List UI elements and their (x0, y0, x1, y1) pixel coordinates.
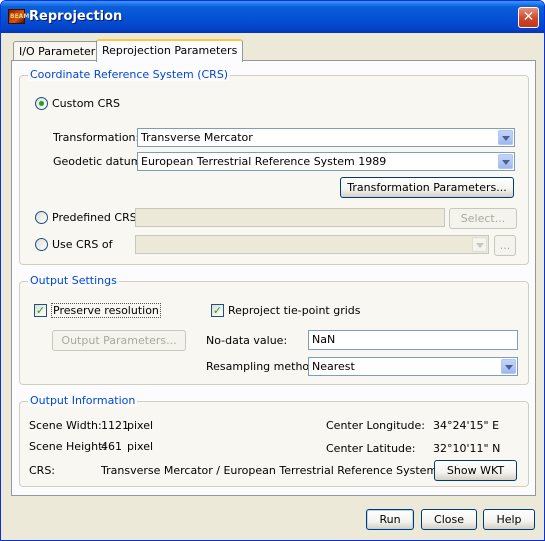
show-wkt-button[interactable]: Show WKT (434, 460, 517, 481)
use-crs-of-radio[interactable] (35, 238, 48, 251)
preserve-resolution-checkbox[interactable]: ✓ (34, 304, 47, 317)
reprojection-parameters-panel: Coordinate Reference System (CRS) Custom… (11, 60, 536, 496)
scene-height-unit: pixel (127, 440, 154, 453)
title-bar[interactable]: BEAM Reprojection ✕ (1, 1, 544, 33)
help-button[interactable]: Help (483, 509, 535, 530)
crs-info-label: CRS: (29, 464, 56, 477)
custom-crs-label: Custom CRS (52, 97, 120, 110)
preserve-resolution-label: Preserve resolution (51, 303, 161, 318)
reprojection-dialog: BEAM Reprojection ✕ I/O Parameters Repro… (0, 0, 545, 541)
transformation-dropdown[interactable]: Transverse Mercator (137, 128, 515, 147)
scene-height-value: 461 (101, 440, 122, 453)
output-parameters-button[interactable]: Output Parameters... (52, 330, 186, 351)
use-crs-of-label: Use CRS of (52, 238, 113, 251)
geodetic-datum-value: European Terrestrial Reference System 19… (141, 155, 387, 168)
output-information-group-label: Output Information (28, 394, 138, 407)
crs-info-value: Transverse Mercator / European Terrestri… (101, 464, 469, 477)
resampling-method-dropdown[interactable]: Nearest (308, 357, 518, 376)
center-longitude-value: 34°24'15" E (433, 419, 500, 432)
predefined-crs-radio[interactable] (35, 211, 48, 224)
transformation-parameters-button[interactable]: Transformation Parameters... (340, 177, 514, 198)
beam-app-icon: BEAM (8, 9, 29, 24)
output-information-group: Output Information Scene Width: 1121 pix… (19, 394, 529, 487)
reproject-tiepoints-checkbox[interactable]: ✓ (211, 304, 224, 317)
geodetic-datum-dropdown[interactable]: European Terrestrial Reference System 19… (137, 152, 515, 171)
resampling-method-value: Nearest (312, 360, 355, 373)
tab-io-parameters[interactable]: I/O Parameters (13, 41, 108, 61)
close-window-button[interactable]: ✕ (518, 7, 539, 28)
predefined-crs-field[interactable] (135, 208, 445, 227)
scene-width-value: 1121 (101, 419, 129, 432)
scene-height-label: Scene Height: (29, 440, 107, 453)
use-crs-of-dropdown[interactable] (135, 235, 489, 254)
crs-group-label: Coordinate Reference System (CRS) (28, 68, 231, 81)
select-crs-button[interactable]: Select... (449, 208, 517, 229)
run-button[interactable]: Run (366, 509, 414, 530)
scene-width-label: Scene Width: (29, 419, 102, 432)
scene-width-unit: pixel (127, 419, 154, 432)
nodata-value-field[interactable]: NaN (308, 330, 518, 350)
reproject-tiepoints-label: Reproject tie-point grids (228, 304, 361, 317)
chevron-down-icon[interactable] (501, 359, 516, 374)
window-title: Reprojection (29, 9, 123, 24)
custom-crs-radio[interactable] (35, 97, 48, 110)
close-button[interactable]: Close (421, 509, 477, 530)
transformation-label: Transformation: (53, 131, 140, 144)
chevron-down-icon[interactable] (498, 130, 513, 145)
center-latitude-value: 32°10'11" N (433, 442, 501, 455)
transformation-value: Transverse Mercator (141, 131, 253, 144)
tab-reprojection-parameters[interactable]: Reprojection Parameters (96, 39, 244, 62)
nodata-label: No-data value: (206, 334, 288, 347)
chevron-down-icon[interactable] (498, 154, 513, 169)
crs-group: Coordinate Reference System (CRS) Custom… (19, 68, 529, 265)
datum-label: Geodetic datum: (53, 155, 146, 168)
output-settings-group: Output Settings ✓ Preserve resolution ✓ … (19, 274, 529, 385)
center-latitude-label: Center Latitude: (326, 442, 416, 455)
predefined-crs-label: Predefined CRS (52, 211, 137, 224)
browse-product-button[interactable]: ... (494, 235, 516, 256)
chevron-down-icon[interactable] (472, 237, 487, 252)
output-settings-group-label: Output Settings (28, 274, 119, 287)
center-longitude-label: Center Longitude: (326, 419, 425, 432)
resampling-label: Resampling method: (206, 360, 320, 373)
